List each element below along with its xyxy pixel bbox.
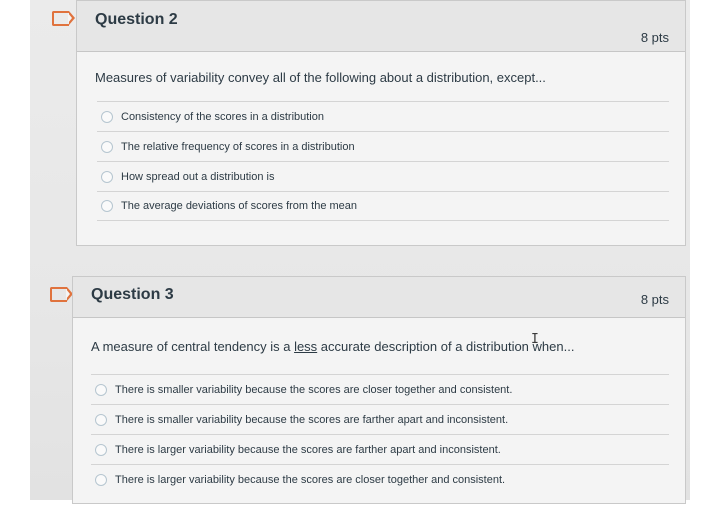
question-3-card: Question 3 8 pts A measure of central te… xyxy=(72,276,686,504)
answer-option[interactable]: The relative frequency of scores in a di… xyxy=(97,131,669,161)
prompt-emphasis: less xyxy=(294,339,318,354)
question-points: 8 pts xyxy=(640,292,669,307)
question-title: Question 2 xyxy=(95,11,178,28)
answer-option[interactable]: There is larger variability because the … xyxy=(91,464,669,494)
question-title: Question 3 xyxy=(91,286,174,303)
radio-icon[interactable] xyxy=(101,140,113,153)
answer-label: There is smaller variability because the… xyxy=(115,383,513,396)
answer-label: There is larger variability because the … xyxy=(115,473,506,486)
answer-label: How spread out a distribution is xyxy=(121,170,275,183)
question-3-header: Question 3 8 pts xyxy=(73,277,685,318)
answer-option[interactable]: The average deviations of scores from th… xyxy=(97,191,669,221)
answer-option[interactable]: Consistency of the scores in a distribut… xyxy=(97,101,669,131)
radio-icon[interactable] xyxy=(101,170,113,183)
radio-icon[interactable] xyxy=(95,443,107,456)
answer-option[interactable]: There is larger variability because the … xyxy=(91,434,669,464)
flag-icon[interactable] xyxy=(52,11,75,26)
radio-icon[interactable] xyxy=(95,473,107,486)
text-cursor-icon: I xyxy=(531,332,539,347)
question-prompt: Measures of variability convey all of th… xyxy=(95,70,546,85)
question-prompt: A measure of central tendency is a less … xyxy=(91,339,574,354)
flag-icon[interactable] xyxy=(50,287,73,302)
radio-icon[interactable] xyxy=(95,413,107,426)
answer-label: There is smaller variability because the… xyxy=(115,413,509,426)
question-2-header: Question 2 8 pts xyxy=(77,1,685,52)
answer-option[interactable]: There is smaller variability because the… xyxy=(91,404,669,434)
answer-option[interactable]: How spread out a distribution is xyxy=(97,161,669,191)
answer-label: There is larger variability because the … xyxy=(115,443,501,456)
answer-label: Consistency of the scores in a distribut… xyxy=(121,110,324,123)
answer-list: There is smaller variability because the… xyxy=(91,374,669,494)
prompt-text-before: A measure of central tendency is a xyxy=(91,339,295,354)
answer-option[interactable]: There is smaller variability because the… xyxy=(91,374,669,404)
radio-icon[interactable] xyxy=(101,110,113,123)
answer-list: Consistency of the scores in a distribut… xyxy=(97,101,669,221)
question-2-card: Question 2 8 pts Measures of variability… xyxy=(76,0,686,246)
radio-icon[interactable] xyxy=(101,200,113,212)
radio-icon[interactable] xyxy=(95,383,107,396)
question-points: 8 pts xyxy=(640,30,669,45)
answer-label: The relative frequency of scores in a di… xyxy=(121,140,355,153)
answer-label: The average deviations of scores from th… xyxy=(121,200,358,212)
